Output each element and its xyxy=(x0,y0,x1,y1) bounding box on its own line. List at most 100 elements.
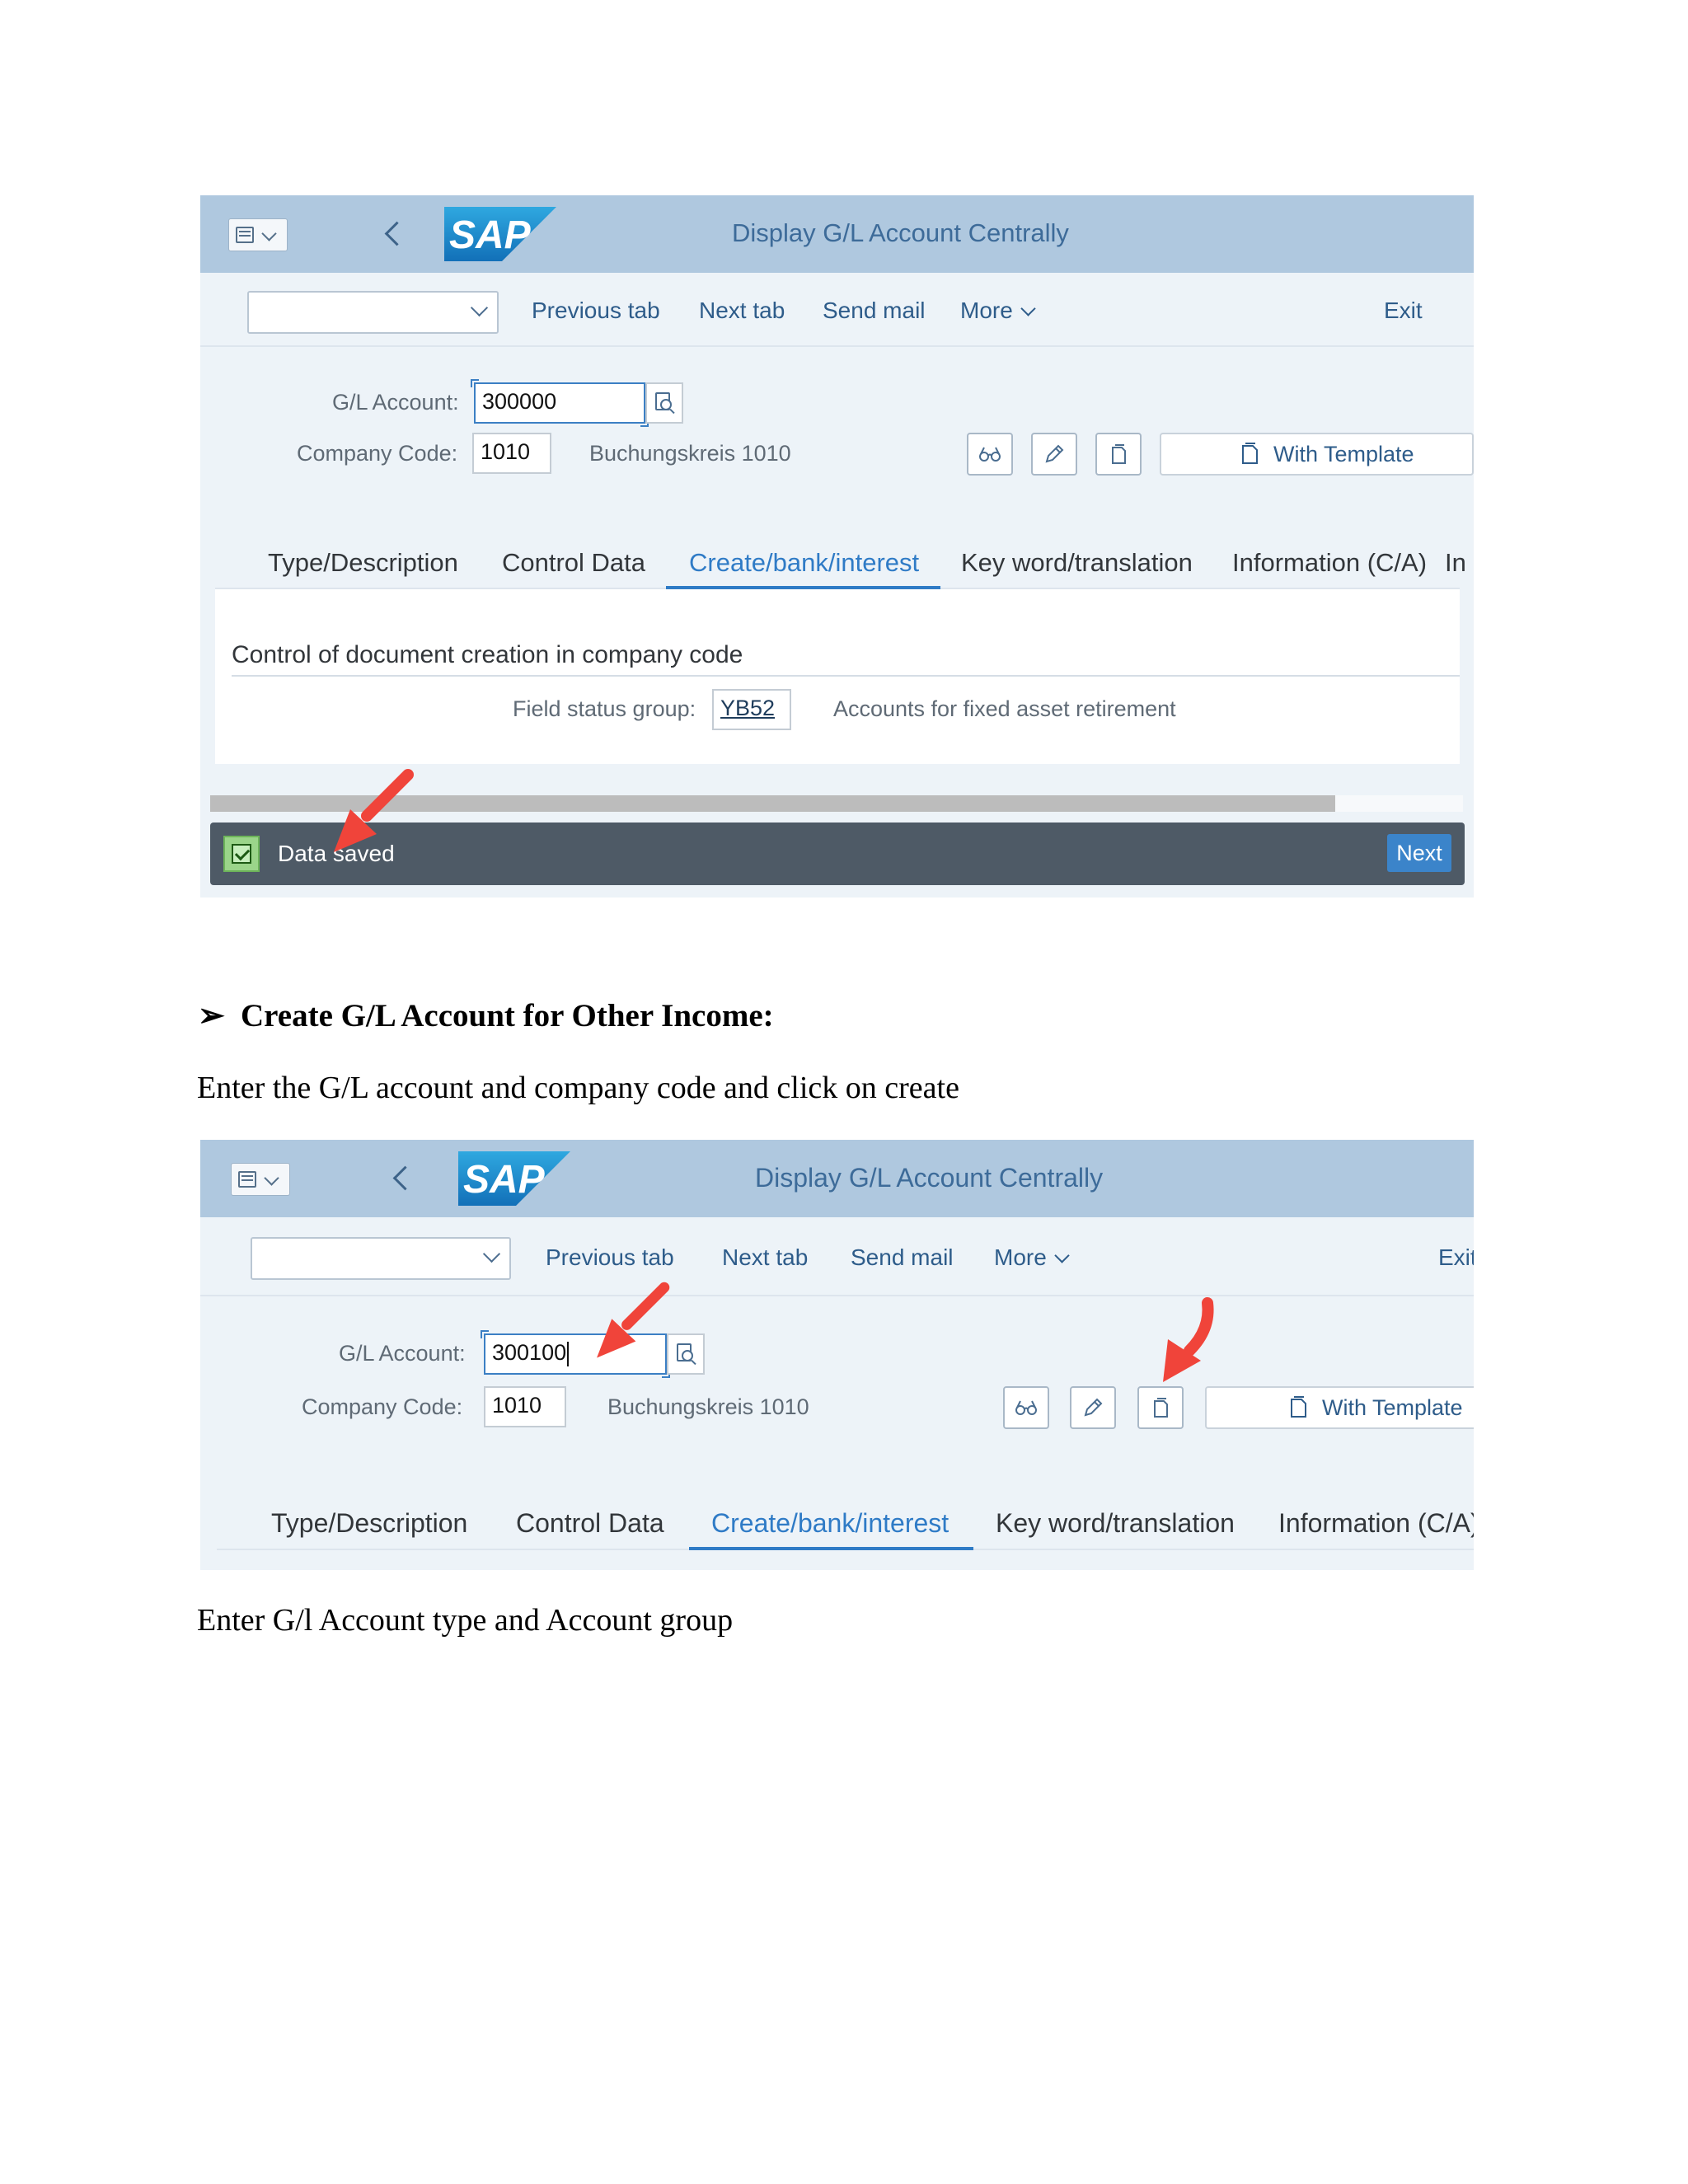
more-menu-button[interactable]: More xyxy=(960,298,1036,324)
tab-create-bank-interest[interactable]: Create/bank/interest xyxy=(711,1508,949,1539)
chevron-down-icon xyxy=(264,1170,279,1186)
tab-type-description[interactable]: Type/Description xyxy=(271,1508,467,1539)
glasses-icon xyxy=(979,447,1001,462)
gl-account-label: G/L Account: xyxy=(339,1341,466,1366)
sap-logo: SAP xyxy=(456,1151,573,1206)
back-arrow-icon[interactable] xyxy=(392,1161,408,1194)
tab-control-data[interactable]: Control Data xyxy=(502,548,645,578)
with-template-label: With Template xyxy=(1273,442,1414,466)
document-icon xyxy=(1112,444,1126,464)
menu-dropdown-button[interactable] xyxy=(228,218,288,251)
chevron-down-icon xyxy=(1054,1248,1070,1263)
menu-icon xyxy=(238,1171,256,1188)
with-template-label: With Template xyxy=(1322,1395,1463,1420)
page-title: Display G/L Account Centrally xyxy=(755,1163,1104,1193)
value-help-button[interactable] xyxy=(645,382,683,424)
tab-overflow[interactable]: In xyxy=(1445,548,1466,578)
field-status-group-description: Accounts for fixed asset retirement xyxy=(833,696,1176,721)
pencil-icon xyxy=(1045,444,1064,463)
tab-control-data[interactable]: Control Data xyxy=(516,1508,664,1539)
command-select[interactable] xyxy=(247,291,499,334)
chevron-down-icon xyxy=(470,298,489,317)
field-status-group-input[interactable]: YB52 xyxy=(712,689,791,730)
company-code-label: Company Code: xyxy=(302,1394,463,1419)
glasses-icon xyxy=(1015,1400,1037,1415)
chevron-down-icon xyxy=(482,1244,501,1263)
field-status-group-value[interactable]: YB52 xyxy=(720,696,775,720)
display-button[interactable] xyxy=(1003,1386,1049,1429)
previous-tab-button[interactable]: Previous tab xyxy=(532,298,660,324)
more-label: More xyxy=(960,298,1013,323)
document-icon xyxy=(1242,442,1258,464)
next-button[interactable]: Next xyxy=(1387,834,1451,872)
tab-type-description[interactable]: Type/Description xyxy=(268,548,458,578)
magnifier-icon xyxy=(682,1350,693,1361)
company-code-label: Company Code: xyxy=(297,441,458,466)
pencil-icon xyxy=(1084,1398,1103,1417)
toolbar: Previous tab Next tab Send mail More Exi… xyxy=(200,273,1474,347)
exit-button[interactable]: Exit xyxy=(1384,298,1423,324)
document-icon xyxy=(1291,1395,1306,1418)
screenshot-display-gl-account-1: SAP Display G/L Account Centrally Previo… xyxy=(200,195,1474,898)
menu-icon xyxy=(236,227,254,243)
sap-logo: SAP xyxy=(444,207,556,261)
more-label: More xyxy=(994,1244,1047,1270)
chevron-down-icon xyxy=(261,226,277,241)
chevron-down-icon xyxy=(1020,301,1036,316)
red-pointer-arrow-icon xyxy=(589,1280,672,1362)
magnifier-icon xyxy=(660,399,672,410)
gl-account-label: G/L Account: xyxy=(332,390,459,415)
tab-content-panel: Control of document creation in company … xyxy=(215,589,1460,764)
create-button[interactable] xyxy=(1095,433,1142,476)
company-code-description: Buchungskreis 1010 xyxy=(607,1394,809,1419)
heading-text: Create G/L Account for Other Income: xyxy=(241,998,774,1033)
active-tab-indicator xyxy=(689,1547,973,1550)
svg-text:SAP: SAP xyxy=(449,213,532,257)
red-pointer-arrow-icon xyxy=(1156,1296,1231,1387)
instruction-paragraph-1: Enter the G/L account and company code a… xyxy=(197,1071,959,1105)
company-code-description: Buchungskreis 1010 xyxy=(589,441,791,466)
with-template-button[interactable]: With Template xyxy=(1160,433,1474,476)
toolbar: Previous tab Next tab Send mail More Exi… xyxy=(200,1217,1474,1296)
next-tab-button[interactable]: Next tab xyxy=(722,1244,808,1271)
section-divider xyxy=(232,675,1460,677)
gl-account-input[interactable]: 300000 xyxy=(471,379,649,427)
red-pointer-arrow-icon xyxy=(326,766,416,857)
tab-key-word-translation[interactable]: Key word/translation xyxy=(961,548,1193,578)
edit-button[interactable] xyxy=(1070,1386,1116,1429)
display-button[interactable] xyxy=(967,433,1013,476)
create-button[interactable] xyxy=(1137,1386,1184,1429)
shell-header: SAP Display G/L Account Centrally xyxy=(200,195,1474,273)
bullet-arrow-icon: ➢ xyxy=(198,998,225,1033)
screenshot-display-gl-account-2: SAP Display G/L Account Centrally Previo… xyxy=(200,1140,1474,1570)
section-heading: ➢ Create G/L Account for Other Income: xyxy=(198,997,774,1034)
text-cursor xyxy=(567,1341,570,1366)
success-check-icon xyxy=(223,836,260,872)
section-title: Control of document creation in company … xyxy=(232,641,743,668)
exit-button[interactable]: Exit xyxy=(1438,1244,1474,1271)
shell-header: SAP Display G/L Account Centrally xyxy=(200,1140,1474,1217)
company-code-input[interactable]: 1010 xyxy=(484,1386,566,1427)
back-arrow-icon[interactable] xyxy=(383,217,400,250)
previous-tab-button[interactable]: Previous tab xyxy=(546,1244,674,1271)
tab-key-word-translation[interactable]: Key word/translation xyxy=(996,1508,1235,1539)
tab-create-bank-interest[interactable]: Create/bank/interest xyxy=(689,548,919,578)
send-mail-button[interactable]: Send mail xyxy=(823,298,926,324)
command-select[interactable] xyxy=(251,1237,511,1280)
tab-information-ca[interactable]: Information (C/A) xyxy=(1278,1508,1474,1539)
instruction-paragraph-2: Enter G/l Account type and Account group xyxy=(197,1603,734,1638)
company-code-input[interactable]: 1010 xyxy=(472,433,551,474)
field-status-group-label: Field status group: xyxy=(513,696,696,721)
page-title: Display G/L Account Centrally xyxy=(732,218,1069,247)
next-tab-button[interactable]: Next tab xyxy=(699,298,785,324)
more-menu-button[interactable]: More xyxy=(994,1244,1070,1271)
menu-dropdown-button[interactable] xyxy=(231,1163,290,1196)
with-template-button[interactable]: With Template xyxy=(1205,1386,1474,1429)
checkbox-mark xyxy=(232,844,251,864)
tab-information-ca[interactable]: Information (C/A) xyxy=(1232,548,1427,578)
edit-button[interactable] xyxy=(1031,433,1077,476)
svg-text:SAP: SAP xyxy=(463,1158,546,1202)
value-help-button[interactable] xyxy=(667,1333,705,1375)
send-mail-button[interactable]: Send mail xyxy=(851,1244,954,1271)
document-icon xyxy=(1154,1398,1168,1418)
